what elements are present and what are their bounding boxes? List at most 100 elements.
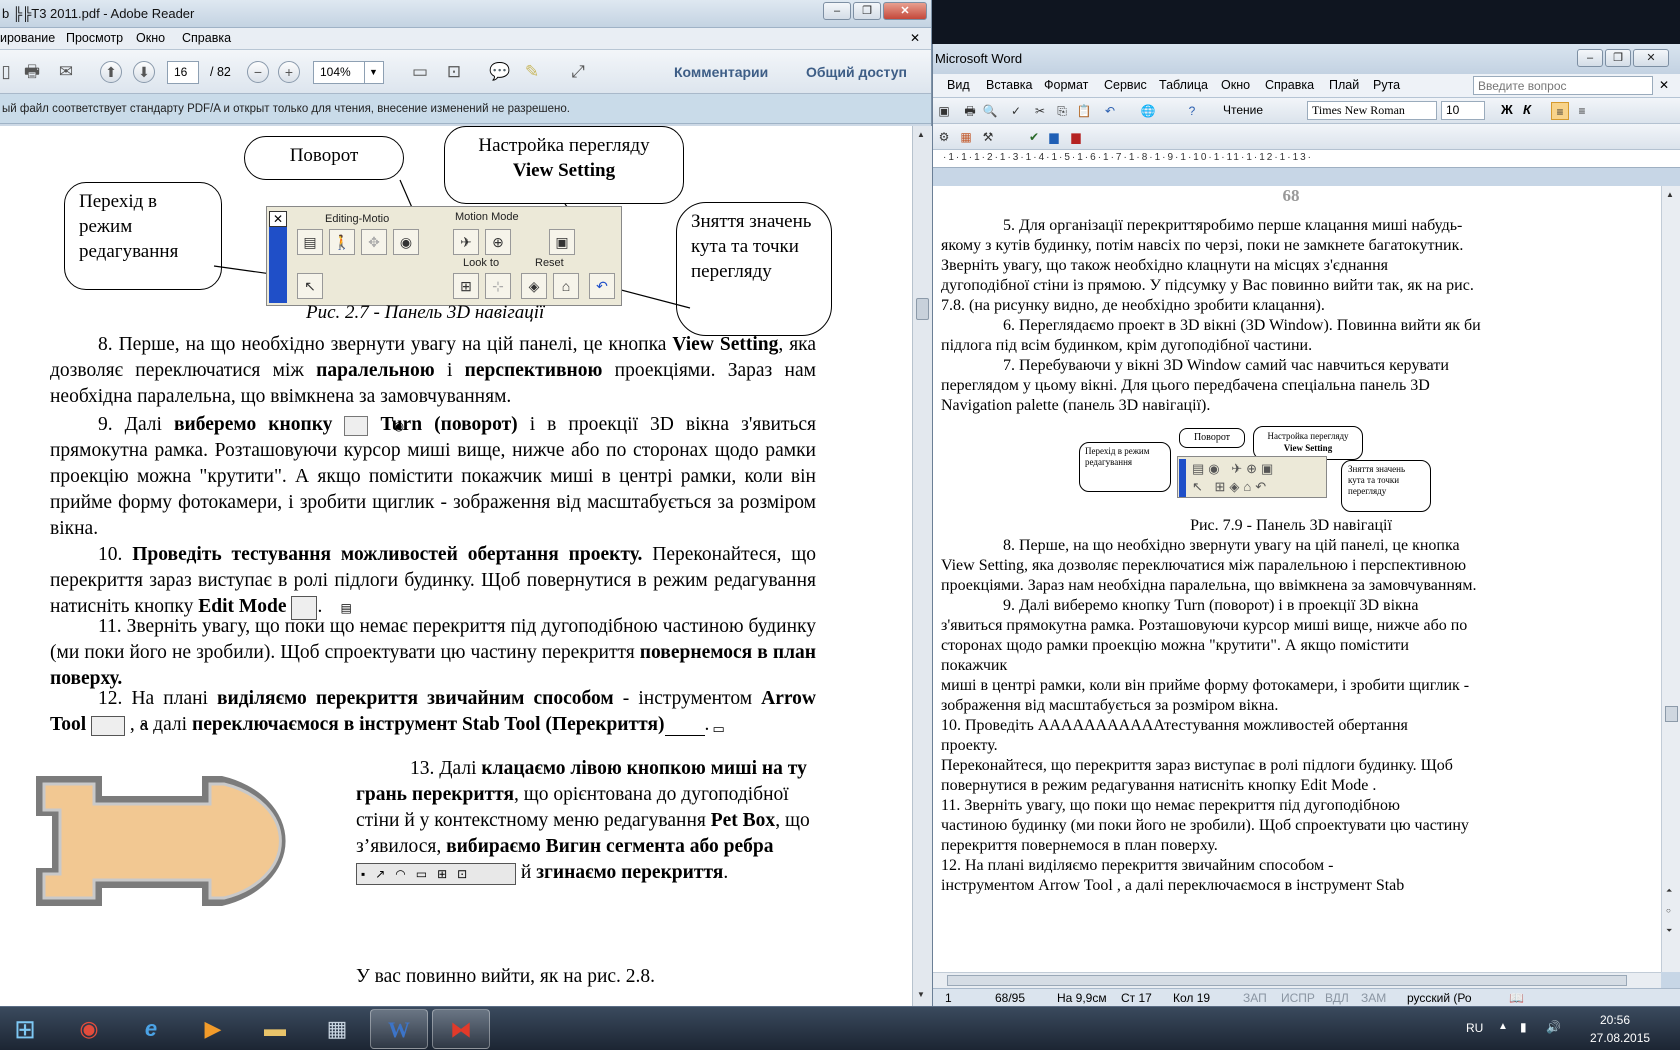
word-minimize-button[interactable]: – — [1577, 49, 1603, 67]
word-undo-icon[interactable]: ↶ — [1101, 102, 1119, 120]
addin-icon[interactable]: ▦ — [957, 128, 975, 146]
word-taskbar-icon[interactable]: W — [370, 1009, 428, 1049]
status-trk[interactable]: ИСПР — [1281, 991, 1315, 1005]
zoom-in-icon[interactable]: + — [278, 61, 300, 83]
word-cut-icon[interactable]: ✂ — [1031, 102, 1049, 120]
word-browse-icon[interactable]: ○ — [1666, 906, 1671, 915]
word-spell-icon[interactable]: ✓ — [1007, 102, 1025, 120]
comment-icon[interactable]: 💬 — [488, 60, 512, 84]
word-close-button[interactable]: ✕ — [1633, 49, 1669, 67]
flag-ua-icon[interactable]: ▆ — [1045, 128, 1063, 146]
close-button[interactable]: ✕ — [883, 2, 927, 20]
menu-item-view[interactable]: Просмотр — [66, 31, 123, 45]
word-document-page[interactable]: 68 5. Для організації перекриттяробимо п… — [933, 186, 1661, 972]
page-number-input[interactable]: 16 — [167, 61, 199, 84]
scroll-down-icon[interactable]: ▼ — [917, 990, 925, 999]
bold-button[interactable]: Ж — [1501, 102, 1513, 117]
align-left-icon[interactable]: ≡ — [1551, 102, 1569, 120]
explorer-icon[interactable]: ▬ — [246, 1009, 304, 1049]
maximize-button[interactable]: ❐ — [853, 2, 881, 20]
scroll-up-icon[interactable]: ▲ — [917, 130, 925, 139]
word-help-icon[interactable]: ? — [1183, 102, 1201, 120]
menu-item-window[interactable]: Окно — [136, 31, 165, 45]
media-player-icon[interactable]: ▶ — [184, 1009, 242, 1049]
word-menu-help[interactable]: Справка — [1265, 78, 1314, 92]
reader-taskbar-icon[interactable]: ⧓ — [432, 1009, 490, 1049]
save-icon[interactable]: ▯ — [0, 60, 18, 84]
italic-button[interactable]: К — [1523, 102, 1531, 117]
word-hyperlink-icon[interactable]: 🌐 — [1139, 102, 1157, 120]
input-language[interactable]: RU — [1466, 1021, 1483, 1035]
chrome-icon[interactable]: ◉ — [60, 1009, 118, 1049]
scroll-thumb[interactable] — [916, 298, 929, 320]
zoom-out-icon[interactable]: − — [247, 61, 269, 83]
word-prev-page-icon[interactable]: ⏶ — [1666, 886, 1672, 896]
status-lang[interactable]: русский (Ро — [1407, 991, 1472, 1005]
word-menu-service[interactable]: Сервис — [1104, 78, 1147, 92]
network-icon[interactable]: ▮ — [1520, 1020, 1527, 1034]
close-doc-icon[interactable]: ✕ — [910, 31, 920, 45]
word-menu-table[interactable]: Таблица — [1159, 78, 1208, 92]
tray-expand-icon[interactable]: ▲ — [1498, 1021, 1508, 1032]
comments-link[interactable]: Комментарии — [674, 64, 768, 80]
word-menu-ruta[interactable]: Рута — [1373, 78, 1400, 92]
word-menu-window[interactable]: Окно — [1221, 78, 1250, 92]
volume-icon[interactable]: 🔊 — [1546, 1020, 1561, 1034]
word-menu-view[interactable]: Вид — [947, 78, 970, 92]
email-icon[interactable]: ✉ — [54, 60, 78, 84]
next-page-icon[interactable]: ⬇ — [133, 61, 155, 83]
word-scroll-up-icon[interactable]: ▲ — [1666, 190, 1674, 199]
macro-icon[interactable]: ⚙ — [935, 128, 953, 146]
help-search-input[interactable] — [1473, 76, 1653, 95]
font-select[interactable]: Times New Roman — [1307, 101, 1437, 120]
sign-icon[interactable]: ✎ — [520, 60, 544, 84]
word-menu-insert[interactable]: Вставка — [986, 78, 1032, 92]
status-rec[interactable]: ЗАП — [1243, 991, 1267, 1005]
status-ext[interactable]: ВДЛ — [1325, 991, 1349, 1005]
reader-titlebar[interactable]: b ╠╠T3 2011.pdf - Adobe Reader – ❐ ✕ — [0, 0, 931, 28]
word-vertical-scrollbar[interactable]: ▲ ⏶ ○ ⏷ — [1661, 186, 1680, 972]
word-preview-icon[interactable]: 🔍 — [981, 102, 999, 120]
calculator-icon[interactable]: ▦ — [308, 1009, 366, 1049]
menu-item-help[interactable]: Справка — [182, 31, 231, 45]
word-menu-play[interactable]: Плай — [1329, 78, 1359, 92]
word-copy-icon[interactable]: ⎘ — [1053, 102, 1071, 120]
fit-width-icon[interactable]: ⊡ — [442, 60, 466, 84]
horizontal-ruler[interactable]: ·1·1·1·2·1·3·1·4·1·5·1·6·1·7·1·8·1·9·1·1… — [933, 150, 1680, 168]
word-horizontal-scrollbar[interactable] — [933, 972, 1661, 988]
flag-ru-icon[interactable]: ▆ — [1067, 128, 1085, 146]
start-button-icon[interactable]: ⊞ — [0, 1009, 50, 1049]
zoom-dropdown-icon[interactable]: ▼ — [364, 61, 384, 84]
zoom-input[interactable]: 104% — [313, 61, 365, 84]
check-icon[interactable]: ✔ — [1025, 128, 1043, 146]
word-print-icon[interactable]: 🖶 — [961, 102, 979, 120]
word-save-icon[interactable]: ▣ — [935, 102, 953, 120]
doc-palette-icons: ▤◉ ✈⊕▣ — [1192, 461, 1278, 476]
print-icon[interactable]: 🖶 — [20, 60, 44, 84]
word-titlebar[interactable]: Microsoft Word – ❐ ✕ — [933, 44, 1680, 74]
tools-icon[interactable]: ⚒ — [979, 128, 997, 146]
doc-line: 12. На плані виділяємо перекриття звичай… — [941, 857, 1334, 874]
word-hscroll-thumb[interactable] — [947, 975, 1627, 986]
fit-page-icon[interactable]: ▭ — [408, 60, 432, 84]
share-link[interactable]: Общий доступ — [806, 64, 907, 80]
reader-vertical-scrollbar[interactable]: ▲ ▼ — [912, 126, 932, 1006]
word-doc-close-icon[interactable]: ✕ — [1659, 78, 1669, 92]
word-maximize-button[interactable]: ❐ — [1605, 49, 1631, 67]
align-center-icon[interactable]: ≡ — [1573, 102, 1591, 120]
expand-icon[interactable]: ⤢ — [566, 60, 590, 84]
menu-item-edit[interactable]: ирование — [0, 31, 55, 45]
clock-time[interactable]: 20:56 — [1600, 1013, 1630, 1027]
word-paste-icon[interactable]: 📋 — [1075, 102, 1093, 120]
word-next-page-icon[interactable]: ⏷ — [1666, 926, 1672, 936]
word-scroll-thumb[interactable] — [1665, 706, 1678, 722]
reading-mode-button[interactable]: Чтение — [1223, 103, 1263, 117]
prev-page-icon[interactable]: ⬆ — [100, 61, 122, 83]
minimize-button[interactable]: – — [823, 2, 851, 20]
spelling-status-icon[interactable]: 📖 — [1509, 991, 1524, 1005]
word-menu-format[interactable]: Формат — [1044, 78, 1088, 92]
status-ovr[interactable]: ЗАМ — [1361, 991, 1386, 1005]
font-size-select[interactable]: 10 — [1441, 101, 1485, 120]
ie-icon[interactable]: e — [122, 1009, 180, 1049]
clock-date[interactable]: 27.08.2015 — [1590, 1031, 1650, 1045]
